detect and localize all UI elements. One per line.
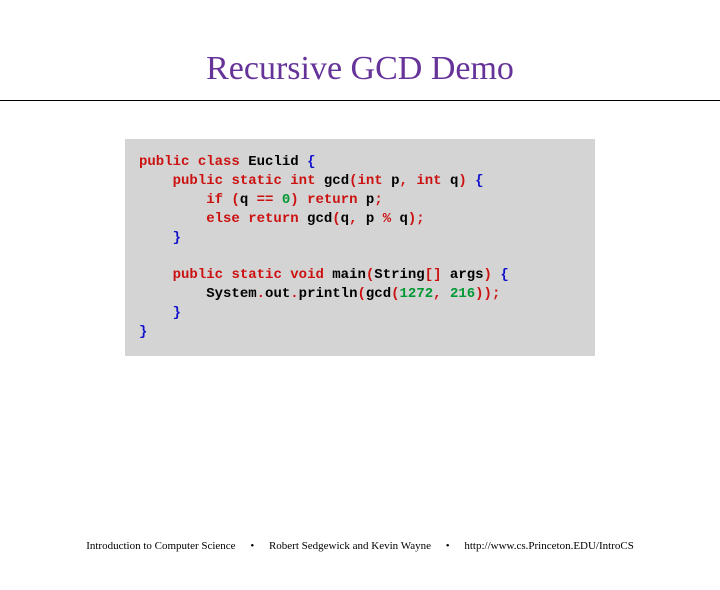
footer-right: http://www.cs.Princeton.EDU/IntroCS <box>464 540 633 552</box>
footer-dot: • <box>250 540 254 552</box>
footer: Introduction to Computer Science • Rober… <box>0 540 720 552</box>
divider <box>0 100 720 101</box>
page-title: Recursive GCD Demo <box>0 50 720 88</box>
footer-left: Introduction to Computer Science <box>86 540 235 552</box>
footer-dot: • <box>446 540 450 552</box>
code-block: public class Euclid { public static int … <box>125 139 595 356</box>
footer-mid: Robert Sedgewick and Kevin Wayne <box>269 540 431 552</box>
